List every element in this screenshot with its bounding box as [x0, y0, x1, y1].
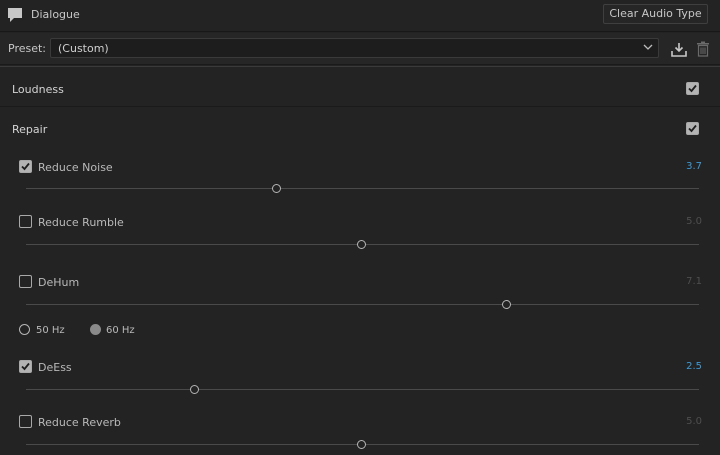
- hum-50hz-label: 50 Hz: [36, 325, 65, 336]
- reduce-noise-label: Reduce Noise: [38, 161, 113, 174]
- section-repair-label: Repair: [12, 123, 48, 136]
- deess-slider-thumb[interactable]: [190, 385, 199, 394]
- divider: [0, 64, 720, 65]
- reduce-noise-slider-track[interactable]: [26, 188, 699, 189]
- reduce-noise-checkbox[interactable]: [19, 160, 32, 173]
- panel-title: Dialogue: [31, 8, 80, 21]
- reduce-rumble-slider-thumb[interactable]: [357, 240, 366, 249]
- reduce-rumble-checkbox[interactable]: [19, 215, 32, 228]
- reduce-rumble-value[interactable]: 5.0: [642, 216, 702, 227]
- reduce-noise-value[interactable]: 3.7: [642, 161, 702, 172]
- dehum-value[interactable]: 7.1: [642, 276, 702, 287]
- section-loudness-label: Loudness: [12, 83, 64, 96]
- dehum-checkbox[interactable]: [19, 275, 32, 288]
- hum-50hz-radio[interactable]: [19, 324, 30, 335]
- deess-value[interactable]: 2.5: [642, 361, 702, 372]
- deess-checkbox[interactable]: [19, 360, 32, 373]
- dehum-slider-thumb[interactable]: [502, 300, 511, 309]
- dehum-label: DeHum: [38, 276, 80, 289]
- reduce-reverb-checkbox[interactable]: [19, 415, 32, 428]
- divider: [0, 106, 720, 107]
- divider: [0, 31, 720, 32]
- speech-bubble-icon: [7, 7, 23, 23]
- deess-label: DeEss: [38, 361, 72, 374]
- preset-value: (Custom): [58, 42, 109, 55]
- dehum-slider-track[interactable]: [26, 304, 699, 305]
- save-preset-icon[interactable]: [671, 42, 687, 57]
- preset-dropdown[interactable]: (Custom): [50, 38, 659, 58]
- hum-60hz-radio[interactable]: [90, 324, 101, 335]
- reduce-reverb-slider-thumb[interactable]: [357, 440, 366, 449]
- loudness-checkbox[interactable]: [686, 82, 699, 95]
- preset-label: Preset:: [8, 42, 47, 55]
- divider: [0, 66, 720, 67]
- hum-60hz-label: 60 Hz: [106, 325, 135, 336]
- reduce-reverb-value[interactable]: 5.0: [642, 416, 702, 427]
- reduce-rumble-label: Reduce Rumble: [38, 216, 124, 229]
- reduce-reverb-label: Reduce Reverb: [38, 416, 121, 429]
- deess-slider-track[interactable]: [26, 389, 699, 390]
- repair-checkbox[interactable]: [686, 122, 699, 135]
- reduce-noise-slider-thumb[interactable]: [272, 184, 281, 193]
- chevron-down-icon: [643, 42, 653, 52]
- trash-icon[interactable]: [696, 41, 710, 57]
- clear-audio-type-button[interactable]: Clear Audio Type: [603, 4, 708, 24]
